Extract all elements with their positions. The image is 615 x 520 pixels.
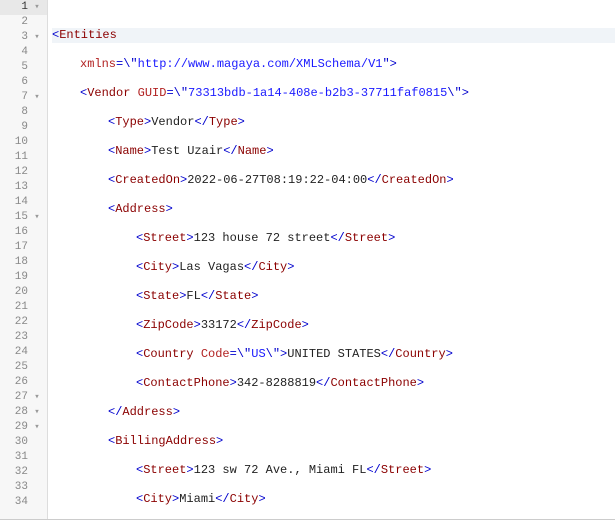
gutter-line: 26: [0, 375, 47, 390]
gutter-line: 8: [0, 105, 47, 120]
line-number: 11: [8, 150, 28, 165]
line-number: 16: [8, 225, 28, 240]
gutter-line: 13: [0, 180, 47, 195]
code-line: <Vendor GUID=\"73313bdb-1a14-408e-b2b3-3…: [52, 86, 615, 101]
code-line: <CreatedOn>2022-06-27T08:19:22-04:00</Cr…: [52, 173, 615, 188]
line-number: 28: [8, 405, 28, 420]
line-number: 15: [8, 210, 28, 225]
line-number: 8: [8, 105, 28, 120]
line-number: 20: [8, 285, 28, 300]
gutter-line: 10: [0, 135, 47, 150]
code-line: <ZipCode>33172</ZipCode>: [52, 318, 615, 333]
line-number: 2: [8, 15, 28, 30]
line-number: 5: [8, 60, 28, 75]
gutter-line: 27▾: [0, 390, 47, 405]
gutter-line: 34: [0, 495, 47, 510]
fold-toggle-icon[interactable]: ▾: [31, 30, 43, 45]
gutter-line: 30: [0, 435, 47, 450]
code-line: xmlns=\"http://www.magaya.com/XMLSchema/…: [52, 57, 615, 72]
code-line: <Street>123 house 72 street</Street>: [52, 231, 615, 246]
fold-toggle-icon[interactable]: ▾: [31, 0, 43, 15]
gutter-line: 22: [0, 315, 47, 330]
gutter-line: 32: [0, 465, 47, 480]
fold-toggle-icon[interactable]: ▾: [31, 90, 43, 105]
gutter-line: 14: [0, 195, 47, 210]
line-number: 25: [8, 360, 28, 375]
gutter-line: 1▾: [0, 0, 47, 15]
gutter-line: 4: [0, 45, 47, 60]
code-line: <BillingAddress>: [52, 434, 615, 449]
gutter-line: 23: [0, 330, 47, 345]
line-number: 3: [8, 30, 28, 45]
line-number: 32: [8, 465, 28, 480]
line-number: 22: [8, 315, 28, 330]
code-line: <Entities: [52, 28, 615, 43]
code-line: <ContactPhone>342-8288819</ContactPhone>: [52, 376, 615, 391]
line-number: 19: [8, 270, 28, 285]
code-line: <State>FL</State>: [52, 289, 615, 304]
line-number: 1: [8, 0, 28, 15]
code-line: <City>Miami</City>: [52, 492, 615, 507]
code-line: <Type>Vendor</Type>: [52, 115, 615, 130]
line-number: 29: [8, 420, 28, 435]
xml-editor: 1▾23▾4567▾89101112131415▾161718192021222…: [0, 0, 615, 519]
fold-toggle-icon[interactable]: ▾: [31, 405, 43, 420]
gutter-line: 2: [0, 15, 47, 30]
fold-toggle-icon[interactable]: ▾: [31, 210, 43, 225]
code-area[interactable]: <Entities xmlns=\"http://www.magaya.com/…: [48, 0, 615, 519]
gutter-line: 18: [0, 255, 47, 270]
line-number: 14: [8, 195, 28, 210]
code-line: <Country Code=\"US\">UNITED STATES</Coun…: [52, 347, 615, 362]
gutter-line: 5: [0, 60, 47, 75]
code-line: <City>Las Vagas</City>: [52, 260, 615, 275]
gutter-line: 20: [0, 285, 47, 300]
line-number-gutter: 1▾23▾4567▾89101112131415▾161718192021222…: [0, 0, 48, 519]
line-number: 4: [8, 45, 28, 60]
gutter-line: 24: [0, 345, 47, 360]
line-number: 12: [8, 165, 28, 180]
gutter-line: 19: [0, 270, 47, 285]
code-line: <Name>Test Uzair</Name>: [52, 144, 615, 159]
gutter-line: 16: [0, 225, 47, 240]
line-number: 17: [8, 240, 28, 255]
gutter-line: 33: [0, 480, 47, 495]
line-number: 27: [8, 390, 28, 405]
gutter-line: 6: [0, 75, 47, 90]
gutter-line: 21: [0, 300, 47, 315]
line-number: 24: [8, 345, 28, 360]
fold-toggle-icon[interactable]: ▾: [31, 420, 43, 435]
gutter-line: 7▾: [0, 90, 47, 105]
code-line: <Address>: [52, 202, 615, 217]
gutter-line: 17: [0, 240, 47, 255]
line-number: 10: [8, 135, 28, 150]
gutter-line: 3▾: [0, 30, 47, 45]
gutter-line: 29▾: [0, 420, 47, 435]
line-number: 30: [8, 435, 28, 450]
fold-toggle-icon[interactable]: ▾: [31, 390, 43, 405]
gutter-line: 9: [0, 120, 47, 135]
line-number: 18: [8, 255, 28, 270]
code-line: <Street>123 sw 72 Ave., Miami FL</Street…: [52, 463, 615, 478]
gutter-line: 11: [0, 150, 47, 165]
line-number: 21: [8, 300, 28, 315]
line-number: 31: [8, 450, 28, 465]
line-number: 6: [8, 75, 28, 90]
gutter-line: 31: [0, 450, 47, 465]
gutter-line: 12: [0, 165, 47, 180]
gutter-line: 15▾: [0, 210, 47, 225]
code-line: </Address>: [52, 405, 615, 420]
line-number: 9: [8, 120, 28, 135]
gutter-line: 25: [0, 360, 47, 375]
line-number: 13: [8, 180, 28, 195]
line-number: 7: [8, 90, 28, 105]
line-number: 34: [8, 495, 28, 510]
gutter-line: 28▾: [0, 405, 47, 420]
line-number: 33: [8, 480, 28, 495]
line-number: 23: [8, 330, 28, 345]
line-number: 26: [8, 375, 28, 390]
